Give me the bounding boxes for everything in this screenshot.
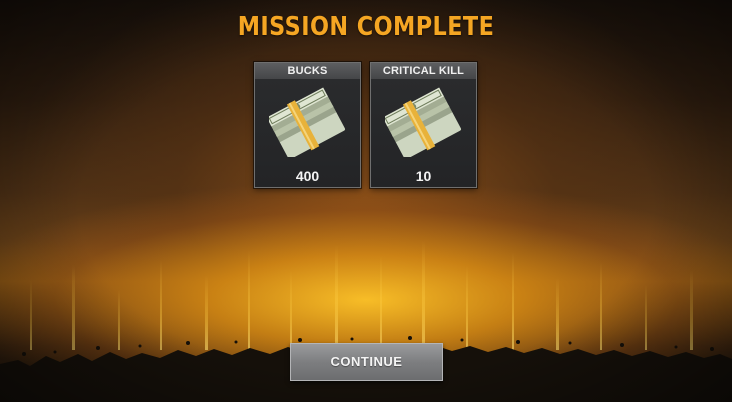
vignette-overlay — [0, 0, 732, 402]
mission-complete-screen: MISSION COMPLETE BUCKS 400 CRITICAL KILL… — [0, 0, 732, 402]
reward-card-critical-kill: CRITICAL KILL 10 — [370, 62, 477, 188]
reward-value: 400 — [295, 168, 320, 184]
cash-stack-icon — [385, 87, 461, 157]
reward-value: 10 — [415, 168, 432, 184]
continue-button[interactable]: CONTINUE — [290, 343, 443, 381]
reward-label: BUCKS — [255, 63, 360, 79]
cash-stack-icon — [269, 87, 345, 157]
reward-label: CRITICAL KILL — [371, 63, 476, 79]
rewards-list: BUCKS 400 CRITICAL KILL 10 — [254, 62, 477, 188]
light-streaks-decoration — [30, 240, 693, 350]
reward-card-bucks: BUCKS 400 — [254, 62, 361, 188]
page-title: MISSION COMPLETE — [237, 12, 495, 42]
